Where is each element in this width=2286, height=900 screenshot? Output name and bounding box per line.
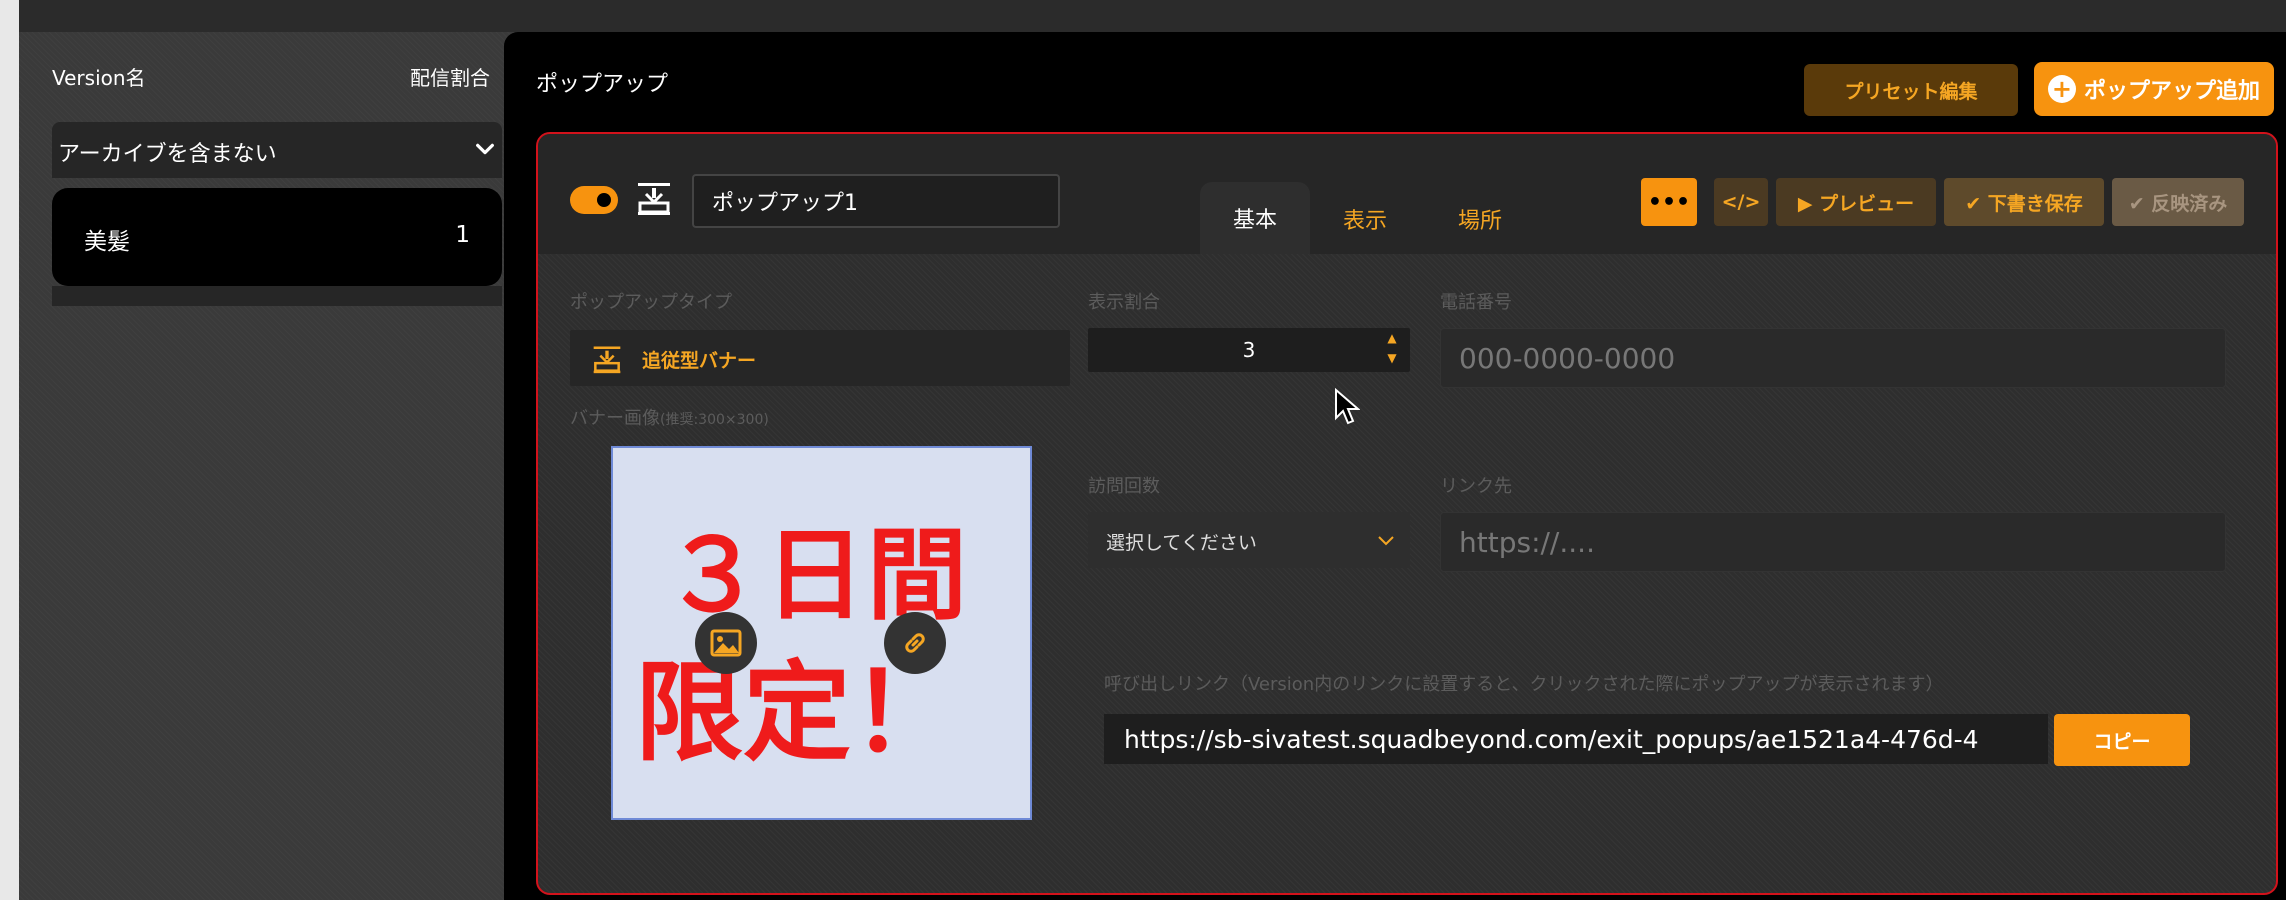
callout-link-input[interactable]: https://sb-sivatest.squadbeyond.com/exit… — [1104, 714, 2048, 764]
code-button[interactable]: </> — [1714, 178, 1768, 226]
sidebar-item-version[interactable]: 美髪 1 — [52, 188, 502, 286]
top-bar — [19, 0, 2286, 32]
page-title: ポップアップ — [536, 72, 669, 97]
ratio-stepper[interactable]: ▲ ▼ — [1384, 328, 1400, 372]
image-icon — [710, 629, 742, 657]
ratio-header: 配信割合 — [410, 66, 490, 90]
preset-edit-button[interactable]: プリセット編集 — [1804, 64, 2018, 116]
visit-count-value: 選択してください — [1106, 532, 1257, 554]
sidebar-header: Version名 配信割合 — [52, 62, 490, 92]
window-edge — [0, 0, 19, 900]
version-name: 美髪 — [84, 229, 130, 255]
more-options-button[interactable]: ••• — [1641, 178, 1697, 226]
tab-place[interactable]: 場所 — [1430, 196, 1530, 242]
banner-image-label: バナー画像(推奨:300×300) — [570, 404, 769, 430]
follow-banner-icon — [593, 346, 621, 374]
phone-label: 電話番号 — [1440, 292, 1512, 313]
reflected-button[interactable]: ✔ 反映済み — [2112, 178, 2244, 226]
popup-type-label: ポップアップタイプ — [570, 292, 732, 313]
sidebar-footer — [52, 286, 502, 306]
image-upload-button[interactable] — [695, 612, 757, 674]
popup-name-input[interactable] — [692, 174, 1060, 228]
follow-banner-icon — [638, 183, 670, 215]
chevron-down-icon — [1378, 536, 1394, 546]
plus-icon: + — [2047, 75, 2076, 103]
version-ratio: 1 — [455, 222, 470, 248]
add-popup-button[interactable]: + ポップアップ追加 — [2034, 62, 2274, 116]
popup-type-select[interactable]: 追従型バナー — [570, 330, 1070, 386]
add-popup-label: ポップアップ追加 — [2083, 79, 2260, 104]
display-ratio-value: 3 — [1242, 338, 1256, 362]
mouse-cursor-icon — [1335, 388, 1360, 425]
phone-input[interactable]: 000-0000-0000 — [1440, 328, 2226, 388]
link-label: リンク先 — [1440, 476, 1512, 497]
link-icon — [905, 633, 925, 653]
version-name-header: Version名 — [52, 66, 146, 90]
archive-filter-select[interactable]: アーカイブを含まない — [52, 122, 502, 178]
link-input[interactable]: https://.... — [1440, 512, 2226, 572]
enable-toggle[interactable] — [570, 186, 618, 214]
banner-image-preview[interactable]: ３日間 限定！ — [611, 446, 1032, 820]
draft-save-button[interactable]: ✔ 下書き保存 — [1944, 178, 2104, 226]
copy-button[interactable]: コピー — [2054, 714, 2190, 766]
popup-type-value: 追従型バナー — [642, 350, 757, 372]
display-ratio-label: 表示割合 — [1088, 292, 1160, 313]
tab-basic[interactable]: 基本 — [1200, 182, 1310, 254]
display-ratio-input[interactable]: 3 ▲ ▼ — [1088, 328, 1410, 372]
banner-image-label-text: バナー画像 — [570, 408, 660, 429]
visit-count-select[interactable]: 選択してください — [1088, 512, 1410, 568]
visit-count-label: 訪問回数 — [1088, 476, 1160, 497]
image-link-button[interactable] — [884, 612, 946, 674]
chevron-down-icon — [476, 143, 494, 155]
archive-filter-value: アーカイブを含まない — [58, 142, 277, 167]
banner-image-hint: (推奨:300×300) — [660, 412, 769, 428]
callout-link-label: 呼び出しリンク（Version内のリンクに設置すると、クリックされた際にポップア… — [1104, 674, 1944, 695]
preview-button[interactable]: ▶ プレビュー — [1776, 178, 1936, 226]
tab-display[interactable]: 表示 — [1320, 196, 1410, 242]
toggle-knob — [597, 193, 611, 207]
